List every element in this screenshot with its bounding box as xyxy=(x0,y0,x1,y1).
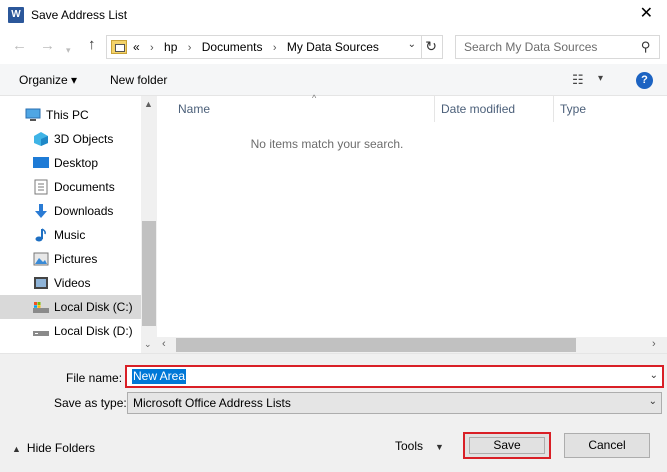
help-icon[interactable]: ? xyxy=(636,72,653,89)
breadcrumb-separator[interactable]: › xyxy=(273,42,277,54)
up-arrow-icon[interactable]: ↑ xyxy=(88,37,96,53)
folder-location-icon xyxy=(111,40,127,54)
desktop-icon xyxy=(33,155,49,171)
save-as-type-value: Microsoft Office Address Lists xyxy=(133,396,291,410)
breadcrumb-hp[interactable]: hp xyxy=(164,40,177,54)
hide-folders-label: Hide Folders xyxy=(26,441,95,455)
breadcrumb-my-data-sources[interactable]: My Data Sources xyxy=(287,40,379,54)
chevron-down-icon[interactable]: ⌄ xyxy=(650,370,658,381)
address-dropdown-icon[interactable]: ⌄ xyxy=(408,39,416,50)
word-app-icon: W xyxy=(8,7,24,23)
local-disk-c-icon xyxy=(33,299,49,315)
sidebar-item-label: Music xyxy=(54,228,86,242)
3d-objects-icon xyxy=(33,131,49,147)
music-icon xyxy=(33,227,49,243)
title-bar: W Save Address List ✕ xyxy=(0,0,667,30)
scroll-down-icon[interactable]: ⌄ xyxy=(144,339,152,350)
local-disk-d-icon xyxy=(33,323,49,339)
forward-arrow-icon[interactable]: → xyxy=(40,38,55,54)
sidebar-item-local-disk-d[interactable]: Local Disk (D:) xyxy=(0,319,141,343)
column-header-name[interactable]: ^ Name xyxy=(172,93,434,122)
close-icon[interactable]: ✕ xyxy=(640,5,653,23)
cancel-button[interactable]: Cancel xyxy=(564,433,650,458)
chevron-down-icon[interactable]: ⌄ xyxy=(649,396,657,407)
file-name-value[interactable]: New Area xyxy=(132,369,187,384)
recent-locations-chevron-icon[interactable]: ▾ xyxy=(66,42,71,58)
chevron-up-icon: ▲ xyxy=(12,444,21,454)
save-form: File name: New Area ⌄ Save as type: Micr… xyxy=(0,354,667,472)
sidebar-item-desktop[interactable]: Desktop xyxy=(0,151,141,175)
pc-icon xyxy=(25,107,41,123)
sidebar-item-documents[interactable]: Documents xyxy=(0,175,141,199)
navigation-pane-scrollbar[interactable]: ▲ ⌄ xyxy=(141,96,157,353)
address-bar[interactable]: « › hp › Documents › My Data Sources ⌄ ↻ xyxy=(106,35,443,59)
column-header-label: Date modified xyxy=(441,102,516,116)
command-toolbar: Organize ▾ New folder ☷ ▾ ? xyxy=(0,64,667,96)
save-as-type-label: Save as type: xyxy=(54,396,127,410)
sidebar-item-label: 3D Objects xyxy=(54,132,114,146)
file-name-field[interactable]: New Area ⌄ xyxy=(125,365,664,388)
sidebar-item-label: Local Disk (D:) xyxy=(54,324,133,338)
tools-button[interactable]: Tools ▼ xyxy=(395,439,444,453)
file-name-label: File name: xyxy=(66,371,123,385)
file-list-horizontal-scrollbar[interactable]: ‹ › xyxy=(157,337,667,353)
navigation-bar: ← → ▾ ↑ « › hp › Documents › My Data Sou… xyxy=(0,30,667,64)
save-as-type-select[interactable]: Microsoft Office Address Lists ⌄ xyxy=(127,392,662,414)
sidebar-item-label: This PC xyxy=(46,108,89,122)
search-placeholder: Search My Data Sources xyxy=(464,40,598,54)
change-view-icon[interactable]: ☷ xyxy=(572,72,584,88)
window-title: Save Address List xyxy=(31,8,128,22)
address-divider xyxy=(421,36,422,58)
empty-list-message: No items match your search. xyxy=(250,137,404,151)
view-options-chevron-icon[interactable]: ▾ xyxy=(598,73,603,84)
sidebar-item-label: Documents xyxy=(54,180,115,194)
column-header-label: Type xyxy=(560,102,587,116)
back-arrow-icon[interactable]: ← xyxy=(12,38,27,54)
documents-icon xyxy=(33,179,49,195)
save-button[interactable]: Save xyxy=(463,432,551,459)
sidebar-item-label: Videos xyxy=(54,276,91,290)
scroll-up-icon[interactable]: ▲ xyxy=(144,99,153,109)
breadcrumb-overflow[interactable]: « xyxy=(133,40,140,54)
tools-label: Tools xyxy=(395,439,424,453)
file-list: ^ Name Date modified Type No items match… xyxy=(157,93,667,353)
sidebar-item-3d-objects[interactable]: 3D Objects xyxy=(0,127,141,151)
sidebar-item-videos[interactable]: Videos xyxy=(0,271,141,295)
scrollbar-thumb[interactable] xyxy=(176,338,576,352)
breadcrumb-separator[interactable]: › xyxy=(188,42,192,54)
sidebar-item-this-pc[interactable]: This PC xyxy=(0,103,141,127)
sidebar-item-label: Desktop xyxy=(54,156,99,170)
downloads-icon xyxy=(33,203,49,219)
sidebar-item-label: Downloads xyxy=(54,204,114,218)
videos-icon xyxy=(33,275,49,291)
search-input[interactable]: Search My Data Sources ⚲ xyxy=(455,35,660,59)
breadcrumb: « › hp › Documents › My Data Sources xyxy=(133,40,379,54)
navigation-pane: This PC 3D Objects Desktop Documents Dow… xyxy=(0,96,157,353)
hide-folders-button[interactable]: ▲ Hide Folders xyxy=(12,441,95,455)
breadcrumb-separator[interactable]: › xyxy=(150,42,154,54)
chevron-down-icon: ▼ xyxy=(435,442,444,452)
sidebar-item-label: Local Disk (C:) xyxy=(54,300,133,314)
breadcrumb-documents[interactable]: Documents xyxy=(202,40,263,54)
column-header-type[interactable]: Type xyxy=(553,96,653,122)
search-icon[interactable]: ⚲ xyxy=(641,39,651,55)
new-folder-button[interactable]: New folder xyxy=(110,73,167,87)
sidebar-item-downloads[interactable]: Downloads xyxy=(0,199,141,223)
scroll-left-icon[interactable]: ‹ xyxy=(162,338,166,350)
sort-ascending-icon: ^ xyxy=(312,93,317,103)
column-header-date-modified[interactable]: Date modified xyxy=(434,96,553,122)
refresh-icon[interactable]: ↻ xyxy=(425,38,437,55)
pictures-icon xyxy=(33,251,49,267)
organize-button[interactable]: Organize ▾ xyxy=(19,73,77,87)
scrollbar-thumb[interactable] xyxy=(142,221,156,326)
column-header-label: Name xyxy=(178,102,211,116)
sidebar-item-pictures[interactable]: Pictures xyxy=(0,247,141,271)
sidebar-item-label: Pictures xyxy=(54,252,98,266)
sidebar-item-music[interactable]: Music xyxy=(0,223,141,247)
scroll-right-icon[interactable]: › xyxy=(652,338,656,350)
sidebar-item-local-disk-c[interactable]: Local Disk (C:) xyxy=(0,295,141,319)
